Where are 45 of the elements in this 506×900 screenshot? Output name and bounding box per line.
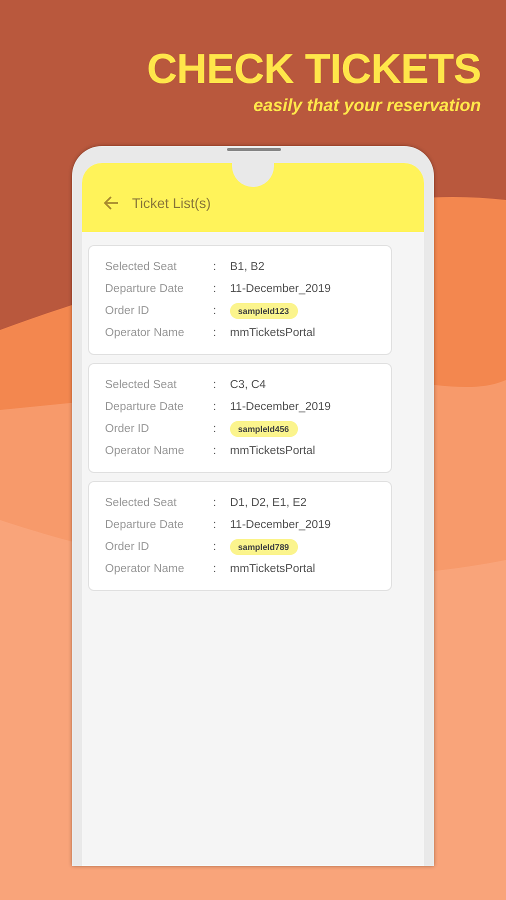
field-value: 11-December_2019 [230, 400, 331, 412]
field-value: 11-December_2019 [230, 518, 331, 530]
field-value: B1, B2 [230, 260, 265, 272]
ticket-card[interactable]: Selected Seat : C3, C4 Departure Date : 11-December_2019 Order ID : sampleId456 Operator Name : mmTicketsPortal [88, 363, 392, 473]
speaker-grille [227, 148, 281, 151]
field-label: Order ID [105, 540, 150, 552]
separator-colon: : [213, 518, 218, 530]
field-value: D1, D2, E1, E2 [230, 496, 307, 508]
field-value: mmTicketsPortal [230, 326, 316, 338]
field-label: Selected Seat [105, 378, 178, 390]
field-label: Departure Date [105, 518, 185, 530]
field-label: Selected Seat [105, 496, 178, 508]
field-label: Operator Name [105, 326, 186, 338]
field-label: Order ID [105, 304, 150, 316]
separator-colon: : [213, 282, 218, 294]
separator-colon: : [213, 378, 218, 390]
field-label: Order ID [105, 422, 150, 434]
field-value: mmTicketsPortal [230, 562, 316, 574]
separator-colon: : [213, 304, 218, 316]
field-label: Departure Date [105, 400, 185, 412]
separator-colon: : [213, 400, 218, 412]
field-value: mmTicketsPortal [230, 444, 316, 456]
field-value: 11-December_2019 [230, 282, 331, 294]
field-value: C3, C4 [230, 378, 266, 390]
field-label: Operator Name [105, 562, 186, 574]
separator-colon: : [213, 496, 218, 508]
field-label: Operator Name [105, 444, 186, 456]
field-label: Departure Date [105, 282, 185, 294]
back-arrow-icon[interactable] [102, 194, 120, 212]
separator-colon: : [213, 260, 218, 272]
field-label: Selected Seat [105, 260, 178, 272]
separator-colon: : [213, 540, 218, 552]
order-id-tag: sampleId456 [230, 420, 298, 436]
headline-title: CHECK TICKETS [146, 44, 481, 94]
separator-colon: : [213, 562, 218, 574]
camera-notch [232, 163, 274, 187]
separator-colon: : [213, 326, 218, 338]
screen-title: Ticket List(s) [132, 194, 211, 210]
order-id-tag: sampleId123 [230, 302, 298, 318]
headline-subtitle: easily that your reservation [253, 94, 481, 116]
separator-colon: : [213, 444, 218, 456]
ticket-card[interactable]: Selected Seat : B1, B2 Departure Date : 11-December_2019 Order ID : sampleId123 Operator Name : mmTicketsPortal [88, 245, 392, 355]
separator-colon: : [213, 422, 218, 434]
ticket-card[interactable]: Selected Seat : D1, D2, E1, E2 Departure Date : 11-December_2019 Order ID : sampleId789 Operator Name : mmTicketsPortal [88, 481, 392, 591]
order-id-tag: sampleId789 [230, 538, 298, 554]
